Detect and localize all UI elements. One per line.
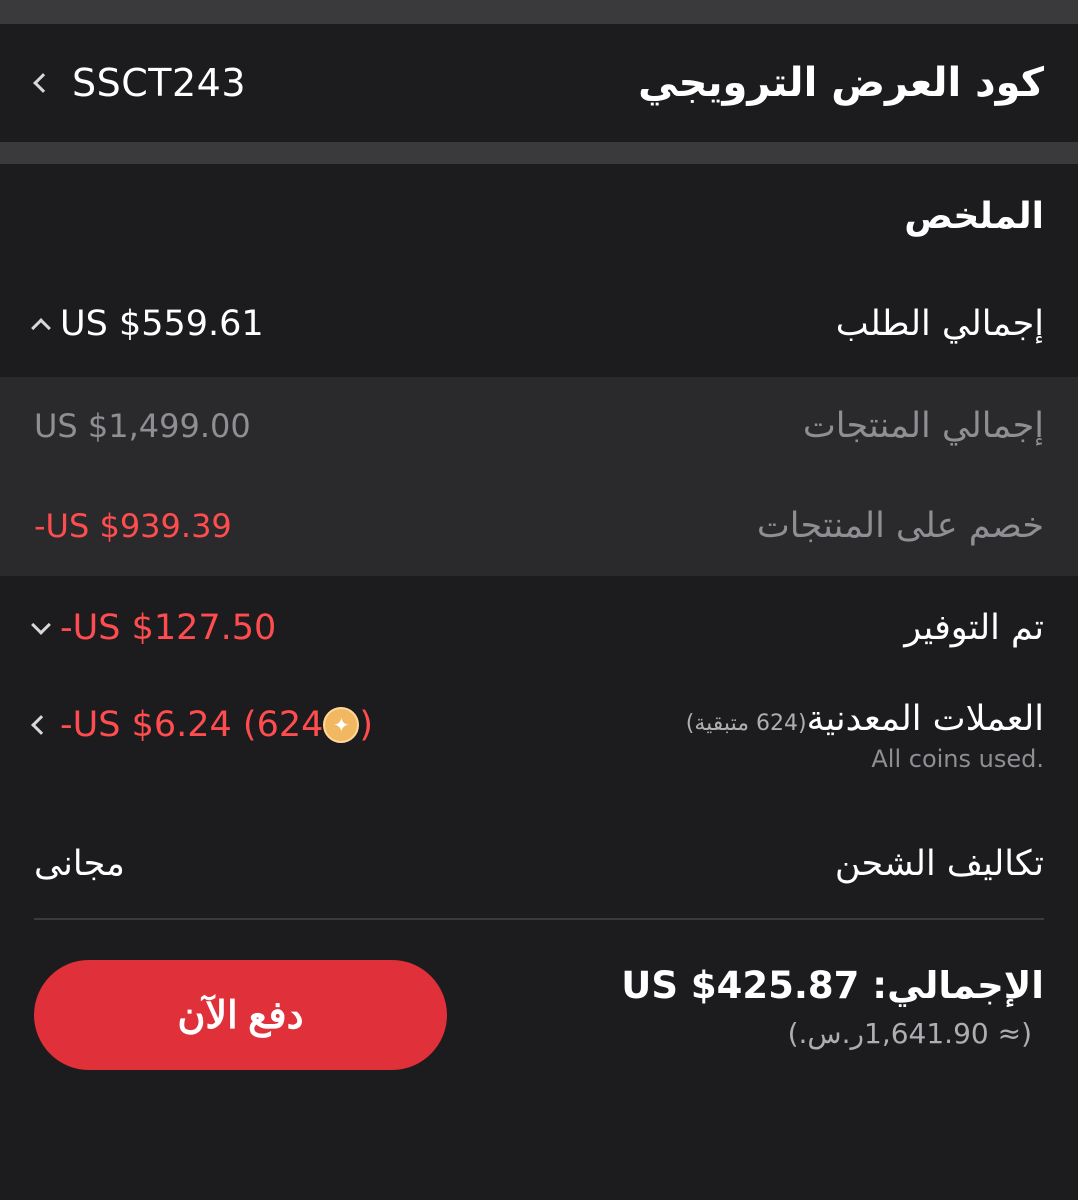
saved-row[interactable]: تم التوفير -US $127.50 [0,598,1078,658]
promo-code-row[interactable]: كود العرض الترويجي SSCT243 [0,24,1078,142]
top-strip [0,0,1078,24]
summary-section: الملخص إجمالي الطلب US $559.61 إجمالي ال… [0,164,1078,1200]
shipping-label: تكاليف الشحن [834,844,1044,884]
coins-row[interactable]: العملات المعدنية(624 متبقية) All coins u… [0,699,1078,789]
coin-icon: ✦ [323,707,360,743]
saved-value: -US $127.50 [60,608,277,648]
products-total-label: إجمالي المنتجات [802,406,1044,446]
promo-code-title: كود العرض الترويجي [638,60,1044,106]
coins-value-amount: -US $6.24 (624 [60,705,324,745]
coins-value: -US $6.24 (624 ✦) [60,705,373,745]
chevron-up-icon[interactable] [31,313,51,338]
chevron-down-icon[interactable] [31,615,51,635]
products-discount-value: -US $939.39 [34,507,232,545]
coins-note: All coins used. [871,745,1044,773]
grand-total-approx: (≈ 1,641.90ر.س.) [787,1017,1032,1050]
coins-label-group: العملات المعدنية(624 متبقية) All coins u… [686,699,1044,773]
summary-title: الملخص [904,196,1044,237]
section-divider [0,142,1078,164]
grand-total: الإجمالي: US $425.87 [621,964,1044,1007]
grand-total-block: الإجمالي: US $425.87 (≈ 1,641.90ر.س.) [621,964,1044,1050]
promo-code-value-group[interactable]: SSCT243 [33,61,247,105]
total-divider [34,918,1044,920]
shipping-value: مجانى [34,844,125,884]
order-total-row[interactable]: إجمالي الطلب US $559.61 [0,294,1078,354]
chevron-left-icon[interactable] [33,73,53,93]
order-total-value-group[interactable]: US $559.61 [31,304,264,344]
coins-remaining: (624 متبقية) [685,711,807,736]
shipping-row: تكاليف الشحن مجانى [0,834,1078,894]
products-total-value: US $1,499.00 [34,407,251,445]
products-discount-label: خصم على المنتجات [756,506,1044,546]
products-discount-row: خصم على المنتجات -US $939.39 [0,496,1078,556]
order-total-value: US $559.61 [60,304,264,344]
chevron-left-icon[interactable] [31,715,51,735]
pay-now-button[interactable]: دفع الآن [34,960,447,1070]
coins-value-close: ) [359,705,374,745]
products-total-row: إجمالي المنتجات US $1,499.00 [0,396,1078,456]
coins-label: العملات المعدنية [806,699,1044,739]
saved-value-group[interactable]: -US $127.50 [31,608,277,648]
promo-code-value: SSCT243 [72,61,247,105]
coins-value-group[interactable]: -US $6.24 (624 ✦) [31,705,373,745]
saved-label: تم التوفير [904,608,1044,648]
order-total-label: إجمالي الطلب [835,304,1044,344]
